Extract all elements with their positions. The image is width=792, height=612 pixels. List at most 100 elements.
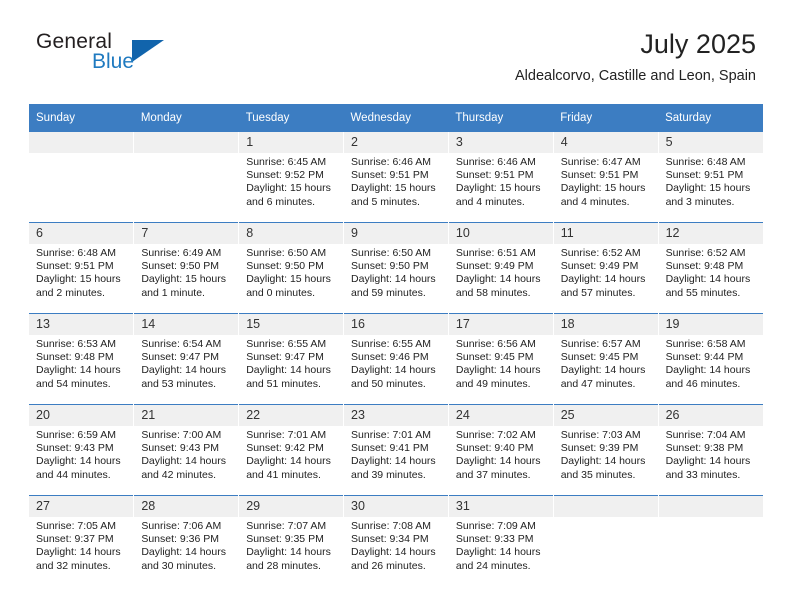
calendar-day-cell[interactable]: 23 Sunrise: 7:01 AM Sunset: 9:41 PM Dayligh…: [343, 404, 449, 496]
day-number: 17: [448, 314, 553, 335]
calendar-day-cell[interactable]: 19 Sunrise: 6:58 AM Sunset: 9:44 PM Dayligh…: [658, 313, 763, 405]
day-number: 25: [553, 405, 658, 426]
day-details: Sunrise: 6:46 AM Sunset: 9:51 PM Daylight:…: [449, 153, 553, 209]
calendar-day-cell[interactable]: 7 Sunrise: 6:49 AM Sunset: 9:50 PM Daylight…: [133, 222, 240, 314]
sunset-text: Sunset: 9:51 PM: [455, 169, 534, 182]
day-number: 31: [448, 496, 553, 517]
sunrise-text: Sunrise: 6:46 AM: [455, 156, 536, 168]
calendar-day-cell[interactable]: 28 Sunrise: 7:06 AM Sunset: 9:36 PM Dayligh…: [133, 495, 240, 586]
day-number: 14: [134, 314, 239, 335]
day-number: 3: [448, 132, 553, 153]
calendar-empty-cell: [553, 495, 659, 586]
calendar-day-cell[interactable]: 10 Sunrise: 6:51 AM Sunset: 9:49 PM Dayligh…: [448, 222, 554, 314]
sunset-text: Sunset: 9:47 PM: [141, 351, 219, 364]
general-blue-logo[interactable]: General Blue: [36, 28, 216, 84]
calendar-day-cell[interactable]: 31 Sunrise: 7:09 AM Sunset: 9:33 PM Dayligh…: [448, 495, 554, 586]
calendar-day-cell[interactable]: 29 Sunrise: 7:07 AM Sunset: 9:35 PM Dayligh…: [238, 495, 345, 586]
sunrise-text: Sunrise: 7:04 AM: [665, 429, 746, 441]
calendar-day-cell[interactable]: 8 Sunrise: 6:50 AM Sunset: 9:50 PM Daylight…: [238, 222, 345, 314]
weekday-header-friday: Friday: [553, 104, 659, 132]
calendar-day-cell[interactable]: 12 Sunrise: 6:52 AM Sunset: 9:48 PM Dayligh…: [658, 222, 763, 314]
calendar-day-cell[interactable]: 26 Sunrise: 7:04 AM Sunset: 9:38 PM Dayligh…: [658, 404, 763, 496]
daylight-text: Daylight: 14 hours and 44 minutes.: [36, 455, 121, 481]
sunset-text: Sunset: 9:33 PM: [455, 533, 534, 546]
calendar-day-cell[interactable]: 21 Sunrise: 7:00 AM Sunset: 9:43 PM Dayligh…: [133, 404, 240, 496]
day-number: 18: [553, 314, 658, 335]
calendar-week-row: 1 Sunrise: 6:45 AM Sunset: 9:52 PM Daylight…: [29, 132, 763, 223]
day-number: 6: [29, 223, 134, 244]
daylight-text: Daylight: 14 hours and 58 minutes.: [455, 273, 541, 299]
sunrise-text: Sunrise: 6:53 AM: [36, 338, 116, 350]
sunset-text: Sunset: 9:51 PM: [560, 169, 639, 182]
triangle-icon: [132, 40, 164, 62]
daylight-text: Daylight: 14 hours and 50 minutes.: [351, 364, 436, 390]
calendar-empty-cell: [29, 132, 135, 223]
sunset-text: Sunset: 9:44 PM: [665, 351, 744, 364]
calendar-day-cell[interactable]: 6 Sunrise: 6:48 AM Sunset: 9:51 PM Daylight…: [29, 222, 135, 314]
day-number: [553, 496, 658, 517]
day-details: Sunrise: 6:59 AM Sunset: 9:43 PM Daylight:…: [29, 426, 133, 482]
day-details: Sunrise: 7:09 AM Sunset: 9:33 PM Daylight:…: [449, 517, 553, 573]
calendar-empty-cell: [658, 495, 763, 586]
day-details: Sunrise: 6:56 AM Sunset: 9:45 PM Daylight:…: [449, 335, 553, 391]
sunset-text: Sunset: 9:37 PM: [36, 533, 114, 546]
calendar-day-cell[interactable]: 9 Sunrise: 6:50 AM Sunset: 9:50 PM Daylight…: [343, 222, 449, 314]
sunrise-text: Sunrise: 7:05 AM: [36, 520, 116, 532]
sunrise-text: Sunrise: 6:51 AM: [455, 247, 536, 259]
sunrise-text: Sunrise: 6:48 AM: [665, 156, 746, 168]
day-number: 7: [134, 223, 239, 244]
day-number: [134, 132, 239, 153]
calendar-day-cell[interactable]: 17 Sunrise: 6:56 AM Sunset: 9:45 PM Dayligh…: [448, 313, 554, 405]
sunrise-text: Sunrise: 6:50 AM: [246, 247, 327, 259]
sunrise-text: Sunrise: 6:55 AM: [246, 338, 327, 350]
daylight-text: Daylight: 14 hours and 39 minutes.: [351, 455, 436, 481]
day-number: 1: [239, 132, 344, 153]
day-details: Sunrise: 6:49 AM Sunset: 9:50 PM Daylight:…: [134, 244, 238, 300]
day-details: Sunrise: 6:57 AM Sunset: 9:45 PM Daylight:…: [554, 335, 658, 391]
day-number: 5: [658, 132, 763, 153]
calendar-day-cell[interactable]: 3 Sunrise: 6:46 AM Sunset: 9:51 PM Daylight…: [448, 132, 554, 223]
day-number: 19: [658, 314, 763, 335]
calendar-day-cell[interactable]: 13 Sunrise: 6:53 AM Sunset: 9:48 PM Dayligh…: [29, 313, 135, 405]
day-number: 8: [239, 223, 344, 244]
sunrise-text: Sunrise: 7:00 AM: [141, 429, 222, 441]
calendar-day-cell[interactable]: 16 Sunrise: 6:55 AM Sunset: 9:46 PM Dayligh…: [343, 313, 449, 405]
daylight-text: Daylight: 15 hours and 3 minutes.: [665, 182, 751, 208]
weekday-header-wednesday: Wednesday: [343, 104, 449, 132]
page-header: General Blue July 2025 Aldealcorvo, Cast…: [36, 28, 756, 96]
calendar-day-cell[interactable]: 24 Sunrise: 7:02 AM Sunset: 9:40 PM Dayligh…: [448, 404, 554, 496]
daylight-text: Daylight: 14 hours and 51 minutes.: [246, 364, 331, 390]
daylight-text: Daylight: 15 hours and 1 minute.: [141, 273, 226, 299]
calendar-day-cell[interactable]: 11 Sunrise: 6:52 AM Sunset: 9:49 PM Dayligh…: [553, 222, 659, 314]
daylight-text: Daylight: 14 hours and 55 minutes.: [665, 273, 751, 299]
calendar-day-cell[interactable]: 30 Sunrise: 7:08 AM Sunset: 9:34 PM Dayligh…: [343, 495, 449, 586]
calendar-week-row: 13 Sunrise: 6:53 AM Sunset: 9:48 PM Dayligh…: [29, 313, 763, 405]
calendar-empty-cell: [133, 132, 240, 223]
day-details: Sunrise: 7:04 AM Sunset: 9:38 PM Daylight:…: [659, 426, 763, 482]
daylight-text: Daylight: 14 hours and 57 minutes.: [560, 273, 646, 299]
calendar-day-cell[interactable]: 25 Sunrise: 7:03 AM Sunset: 9:39 PM Dayligh…: [553, 404, 659, 496]
calendar-day-cell[interactable]: 22 Sunrise: 7:01 AM Sunset: 9:42 PM Dayligh…: [238, 404, 345, 496]
sunset-text: Sunset: 9:51 PM: [665, 169, 744, 182]
calendar-day-cell[interactable]: 14 Sunrise: 6:54 AM Sunset: 9:47 PM Dayligh…: [133, 313, 240, 405]
day-details: Sunrise: 6:45 AM Sunset: 9:52 PM Daylight:…: [239, 153, 343, 209]
calendar-day-cell[interactable]: 18 Sunrise: 6:57 AM Sunset: 9:45 PM Dayligh…: [553, 313, 659, 405]
calendar-day-cell[interactable]: 5 Sunrise: 6:48 AM Sunset: 9:51 PM Daylight…: [658, 132, 763, 223]
daylight-text: Daylight: 14 hours and 53 minutes.: [141, 364, 226, 390]
day-details: Sunrise: 7:01 AM Sunset: 9:41 PM Daylight:…: [344, 426, 448, 482]
calendar-day-cell[interactable]: 4 Sunrise: 6:47 AM Sunset: 9:51 PM Daylight…: [553, 132, 659, 223]
sunset-text: Sunset: 9:50 PM: [351, 260, 429, 273]
day-number: 2: [344, 132, 448, 153]
calendar-day-cell[interactable]: 27 Sunrise: 7:05 AM Sunset: 9:37 PM Dayligh…: [29, 495, 135, 586]
sunset-text: Sunset: 9:51 PM: [36, 260, 114, 273]
calendar-day-cell[interactable]: 1 Sunrise: 6:45 AM Sunset: 9:52 PM Daylight…: [238, 132, 345, 223]
page-subtitle: Aldealcorvo, Castille and Leon, Spain: [514, 68, 756, 84]
logo-text-blue: Blue: [92, 50, 135, 73]
sunrise-text: Sunrise: 6:49 AM: [141, 247, 222, 259]
day-number: 26: [658, 405, 763, 426]
day-number: 11: [553, 223, 658, 244]
sunrise-text: Sunrise: 6:55 AM: [351, 338, 431, 350]
calendar-day-cell[interactable]: 2 Sunrise: 6:46 AM Sunset: 9:51 PM Daylight…: [343, 132, 449, 223]
calendar-day-cell[interactable]: 20 Sunrise: 6:59 AM Sunset: 9:43 PM Dayligh…: [29, 404, 135, 496]
calendar-day-cell[interactable]: 15 Sunrise: 6:55 AM Sunset: 9:47 PM Dayligh…: [238, 313, 345, 405]
